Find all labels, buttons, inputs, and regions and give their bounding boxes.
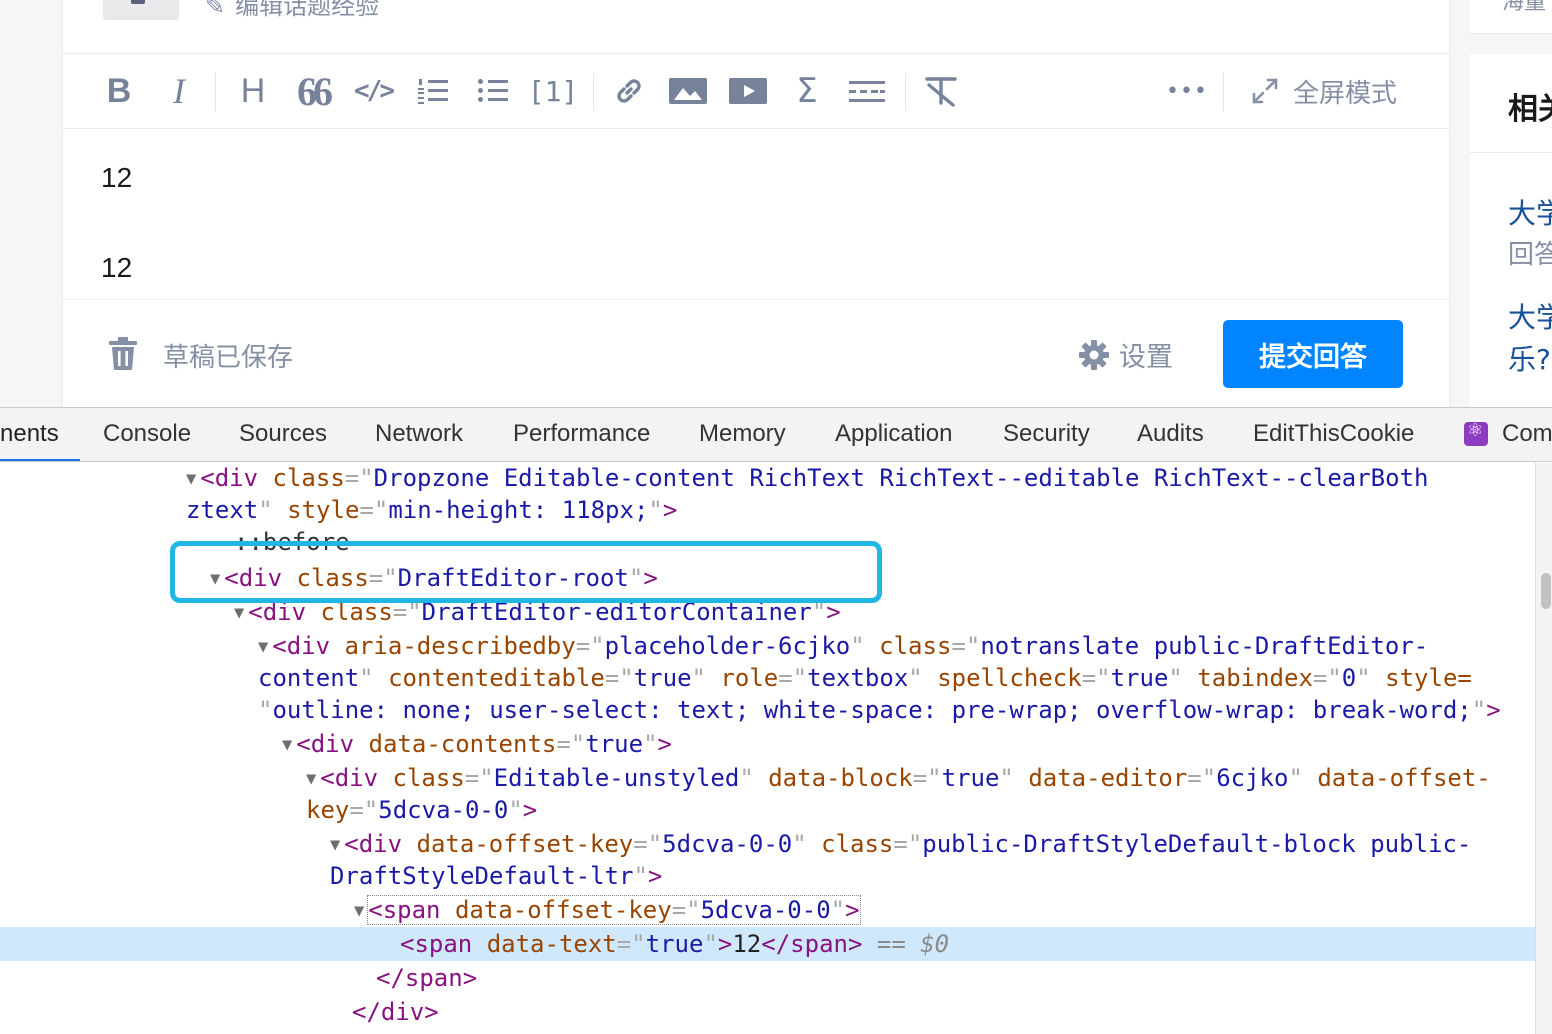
active-tab-indicator bbox=[0, 459, 80, 461]
bold-icon[interactable]: B bbox=[99, 71, 139, 111]
expand-triangle-icon[interactable]: ▼ bbox=[282, 735, 292, 755]
webpage-viewport: ✎ 编辑话题经验 B I H 66 </> [1] Σ ••• 全屏模式 12 … bbox=[0, 0, 1552, 407]
toolbar-divider bbox=[215, 73, 216, 111]
expand-triangle-icon[interactable]: ▼ bbox=[234, 603, 244, 623]
toolbar-divider bbox=[905, 73, 906, 111]
toolbar-divider bbox=[1223, 73, 1224, 111]
image-icon[interactable] bbox=[667, 71, 709, 111]
tab-components[interactable]: Com bbox=[1502, 420, 1552, 448]
bold-glyph: B bbox=[106, 71, 132, 110]
heading-glyph: H bbox=[240, 71, 266, 110]
dom-node-dropzone[interactable]: ▼ <div class="Dropzone Editable-content R… bbox=[186, 463, 1428, 494]
editor-footer: 草稿已保存 设置 提交回答 bbox=[63, 301, 1449, 407]
tab-elements[interactable]: nents bbox=[0, 420, 59, 448]
dom-close-div[interactable]: </div> bbox=[352, 996, 439, 1028]
tab-memory[interactable]: Memory bbox=[699, 420, 786, 448]
settings-label: 设置 bbox=[1119, 342, 1173, 373]
draft-status: 草稿已保存 bbox=[163, 343, 294, 373]
gear-icon bbox=[1079, 339, 1109, 370]
pencil-icon: ✎ bbox=[205, 0, 226, 20]
expand-triangle-icon[interactable]: ▼ bbox=[354, 901, 364, 921]
tab-sources[interactable]: Sources bbox=[239, 420, 327, 448]
link-icon[interactable] bbox=[609, 71, 649, 111]
video-icon[interactable] bbox=[727, 71, 769, 111]
toolbar-divider bbox=[593, 73, 594, 111]
trash-icon[interactable] bbox=[107, 337, 139, 375]
tab-audits[interactable]: Audits bbox=[1137, 420, 1204, 448]
devtools-panel: nents Console Sources Network Performanc… bbox=[0, 407, 1552, 1034]
editor-paragraph[interactable]: 12 bbox=[101, 162, 132, 194]
fullscreen-label: 全屏模式 bbox=[1293, 78, 1398, 109]
dom-node-draft-content-style: "outline: none; user-select: text; white… bbox=[258, 696, 1501, 724]
tab-application[interactable]: Application bbox=[835, 420, 952, 448]
submit-answer-button[interactable]: 提交回答 bbox=[1223, 320, 1403, 388]
formula-icon[interactable]: Σ bbox=[787, 71, 827, 111]
italic-icon[interactable]: I bbox=[159, 71, 199, 111]
console-ref: == $0 bbox=[876, 930, 950, 958]
quote-icon[interactable]: 66 bbox=[293, 69, 333, 114]
elements-scrollbar[interactable] bbox=[1535, 463, 1552, 1034]
avatar[interactable] bbox=[103, 0, 179, 20]
dom-node-draft-content-cont: content" contenteditable="true" role="te… bbox=[258, 664, 1472, 692]
scrollbar-thumb[interactable] bbox=[1541, 573, 1551, 609]
tab-console[interactable]: Console bbox=[103, 420, 191, 448]
dom-close-span[interactable]: </span> bbox=[376, 962, 477, 994]
expand-triangle-icon[interactable]: ▼ bbox=[330, 835, 340, 855]
dom-node-draft-content[interactable]: ▼ <div aria-describedby="placeholder-6cjk… bbox=[258, 630, 1428, 662]
tab-network[interactable]: Network bbox=[375, 420, 463, 448]
annotation-highlight-box bbox=[170, 541, 882, 603]
italic-glyph: I bbox=[173, 71, 185, 111]
dom-node-dropzone-cont: ztext" style="min-height: 118px;"> bbox=[186, 496, 678, 524]
editor-toolbar: B I H 66 </> [1] Σ ••• 全屏模式 bbox=[63, 55, 1449, 129]
devtools-tabbar: nents Console Sources Network Performanc… bbox=[0, 408, 1552, 462]
code-glyph: </> bbox=[354, 76, 395, 106]
tab-performance[interactable]: Performance bbox=[513, 420, 650, 448]
dom-node-editable-unstyled[interactable]: ▼ <div class="Editable-unstyled" data-blo… bbox=[306, 762, 1491, 794]
related-question-link[interactable]: 大学 bbox=[1508, 192, 1552, 232]
tab-editthiscookie[interactable]: EditThisCookie bbox=[1253, 420, 1414, 448]
related-question-link[interactable]: 大学 bbox=[1508, 296, 1552, 336]
settings-button[interactable]: 设置 bbox=[1079, 335, 1173, 374]
expand-triangle-icon[interactable]: ▼ bbox=[306, 769, 316, 789]
related-title: 相关 bbox=[1508, 92, 1552, 127]
more-icon[interactable]: ••• bbox=[1163, 71, 1211, 111]
expand-triangle-icon[interactable]: ▼ bbox=[258, 637, 268, 657]
related-questions-card: 相关 大学 回答 大学 乐? bbox=[1470, 54, 1552, 407]
fullscreen-icon bbox=[1252, 78, 1278, 104]
more-glyph: ••• bbox=[1166, 78, 1208, 104]
related-question-meta: 回答 bbox=[1508, 240, 1552, 270]
dom-node-data-contents[interactable]: ▼ <div data-contents="true"> bbox=[282, 728, 672, 760]
dom-node-draft-block-cont: DraftStyleDefault-ltr"> bbox=[330, 862, 663, 890]
unordered-list-icon[interactable] bbox=[473, 71, 513, 111]
divider-icon[interactable] bbox=[845, 71, 889, 111]
related-question-link-continued[interactable]: 乐? bbox=[1508, 338, 1551, 378]
quote-glyph: 66 bbox=[297, 68, 333, 114]
heading-icon[interactable]: H bbox=[233, 71, 273, 111]
formula-glyph: Σ bbox=[796, 71, 818, 111]
sidebar-top-text: 海量 bbox=[1502, 0, 1547, 15]
react-icon bbox=[1464, 420, 1488, 446]
dom-node-offset-span[interactable]: ▼ <span data-offset-key="5dcva-0-0"> bbox=[354, 894, 861, 926]
reference-icon[interactable]: [1] bbox=[527, 71, 579, 111]
expand-triangle-icon[interactable]: ▼ bbox=[186, 469, 196, 489]
tab-security[interactable]: Security bbox=[1003, 420, 1090, 448]
ordered-list-icon[interactable] bbox=[413, 71, 453, 111]
card-header: ✎ 编辑话题经验 bbox=[63, 0, 1449, 54]
dom-node-draft-block[interactable]: ▼ <div data-offset-key="5dcva-0-0" class=… bbox=[330, 828, 1471, 860]
reference-glyph: [1] bbox=[527, 74, 579, 108]
edit-topic-link[interactable]: ✎ 编辑话题经验 bbox=[205, 0, 379, 21]
editor-paragraph[interactable]: 12 bbox=[101, 252, 132, 284]
divider bbox=[1470, 152, 1552, 153]
sidebar-top-card: 海量 bbox=[1470, 0, 1552, 34]
rich-text-editor[interactable]: 12 12 bbox=[63, 130, 1449, 300]
edit-topic-label: 编辑话题经验 bbox=[235, 0, 380, 20]
clear-format-icon[interactable] bbox=[921, 71, 961, 111]
answer-editor-card: ✎ 编辑话题经验 B I H 66 </> [1] Σ ••• 全屏模式 12 … bbox=[62, 0, 1450, 407]
dom-node-data-text-span-selected[interactable]: <span data-text="true">12</span> == $0 bbox=[400, 928, 949, 960]
code-icon[interactable]: </> bbox=[351, 71, 395, 111]
dom-node-editable-unstyled-cont: key="5dcva-0-0"> bbox=[306, 796, 538, 824]
fullscreen-button[interactable]: 全屏模式 bbox=[1251, 71, 1411, 111]
